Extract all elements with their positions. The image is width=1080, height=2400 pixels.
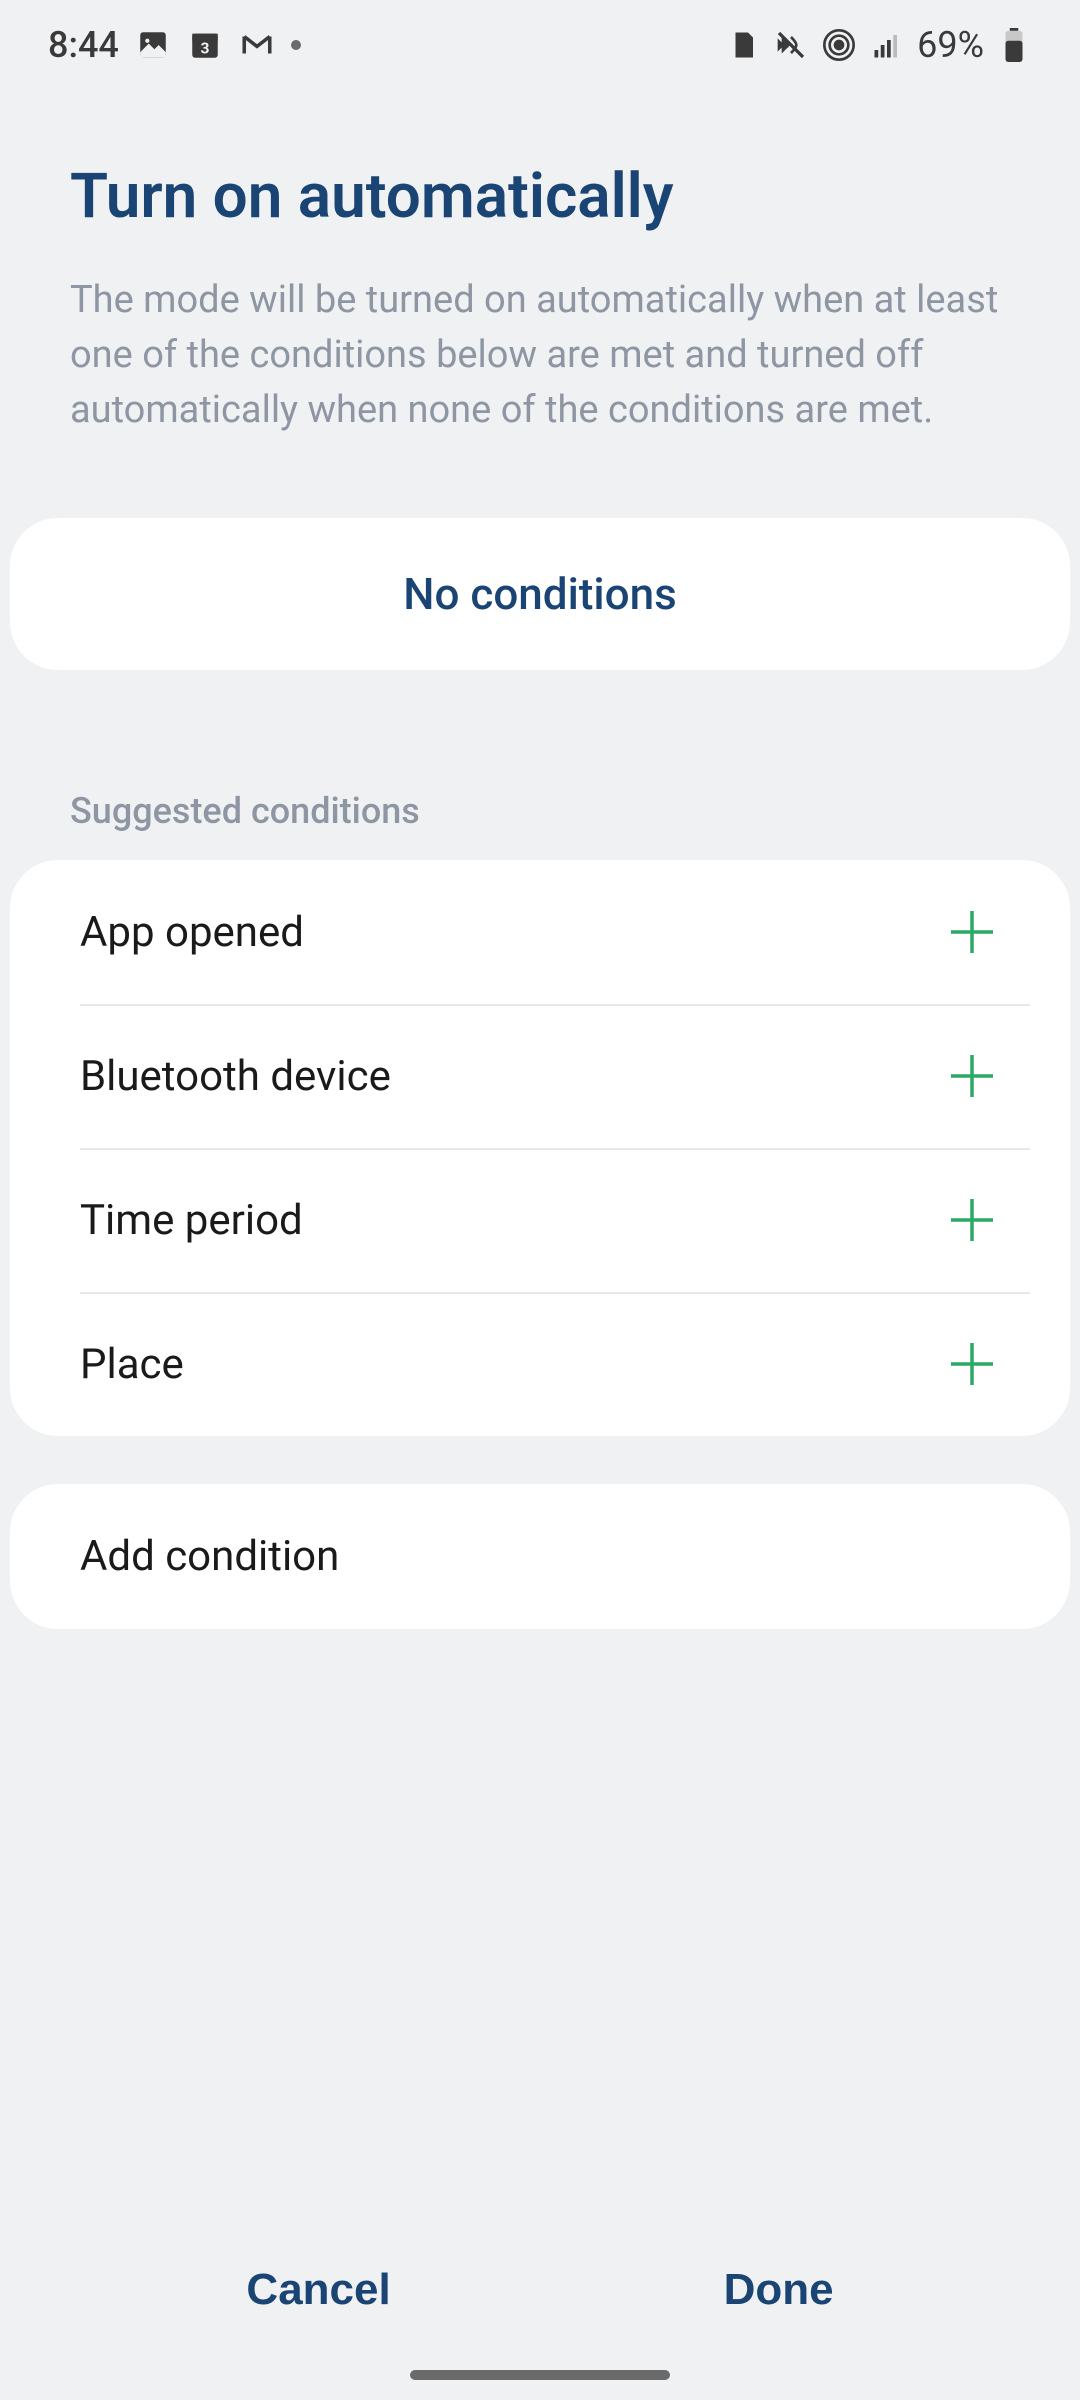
suggested-conditions-header: Suggested conditions xyxy=(0,670,1080,860)
page-description: The mode will be turned on automatically… xyxy=(70,273,1010,438)
done-button[interactable]: Done xyxy=(664,2245,894,2335)
status-bar: 8:44 3 69% xyxy=(0,0,1080,90)
plus-icon xyxy=(944,904,1000,960)
photos-icon xyxy=(135,27,171,63)
suggestion-label: App opened xyxy=(80,908,304,957)
page-content: Turn on automatically The mode will be t… xyxy=(0,90,1080,2210)
page-title: Turn on automatically xyxy=(70,160,1010,233)
suggestion-place[interactable]: Place xyxy=(10,1292,1070,1436)
notification-dot xyxy=(291,40,301,50)
status-bar-left: 8:44 3 xyxy=(48,24,301,66)
suggestion-bluetooth-device[interactable]: Bluetooth device xyxy=(10,1004,1070,1148)
nav-handle[interactable] xyxy=(410,2370,670,2380)
gmail-icon xyxy=(239,27,275,63)
cancel-button[interactable]: Cancel xyxy=(186,2245,450,2335)
signal-icon xyxy=(869,27,905,63)
battery-icon xyxy=(996,27,1032,63)
svg-text:3: 3 xyxy=(200,40,209,58)
sd-card-icon xyxy=(725,27,761,63)
vibrate-icon xyxy=(773,27,809,63)
suggestion-label: Time period xyxy=(80,1196,303,1245)
suggestion-app-opened[interactable]: App opened xyxy=(10,860,1070,1004)
no-conditions-label: No conditions xyxy=(403,568,677,620)
battery-percentage: 69% xyxy=(917,24,984,66)
suggestion-label: Bluetooth device xyxy=(80,1052,391,1101)
add-condition-button[interactable]: Add condition xyxy=(10,1484,1070,1629)
calendar-icon: 3 xyxy=(187,27,223,63)
status-bar-right: 69% xyxy=(725,24,1032,66)
page-header: Turn on automatically The mode will be t… xyxy=(0,160,1080,478)
suggested-conditions-list: App opened Bluetooth device Time period … xyxy=(10,860,1070,1436)
suggestion-time-period[interactable]: Time period xyxy=(10,1148,1070,1292)
conditions-card[interactable]: No conditions xyxy=(10,518,1070,670)
plus-icon xyxy=(944,1192,1000,1248)
add-condition-label: Add condition xyxy=(80,1532,339,1581)
plus-icon xyxy=(944,1336,1000,1392)
suggestion-label: Place xyxy=(80,1340,184,1389)
status-time: 8:44 xyxy=(48,24,119,66)
plus-icon xyxy=(944,1048,1000,1104)
hotspot-icon xyxy=(821,27,857,63)
